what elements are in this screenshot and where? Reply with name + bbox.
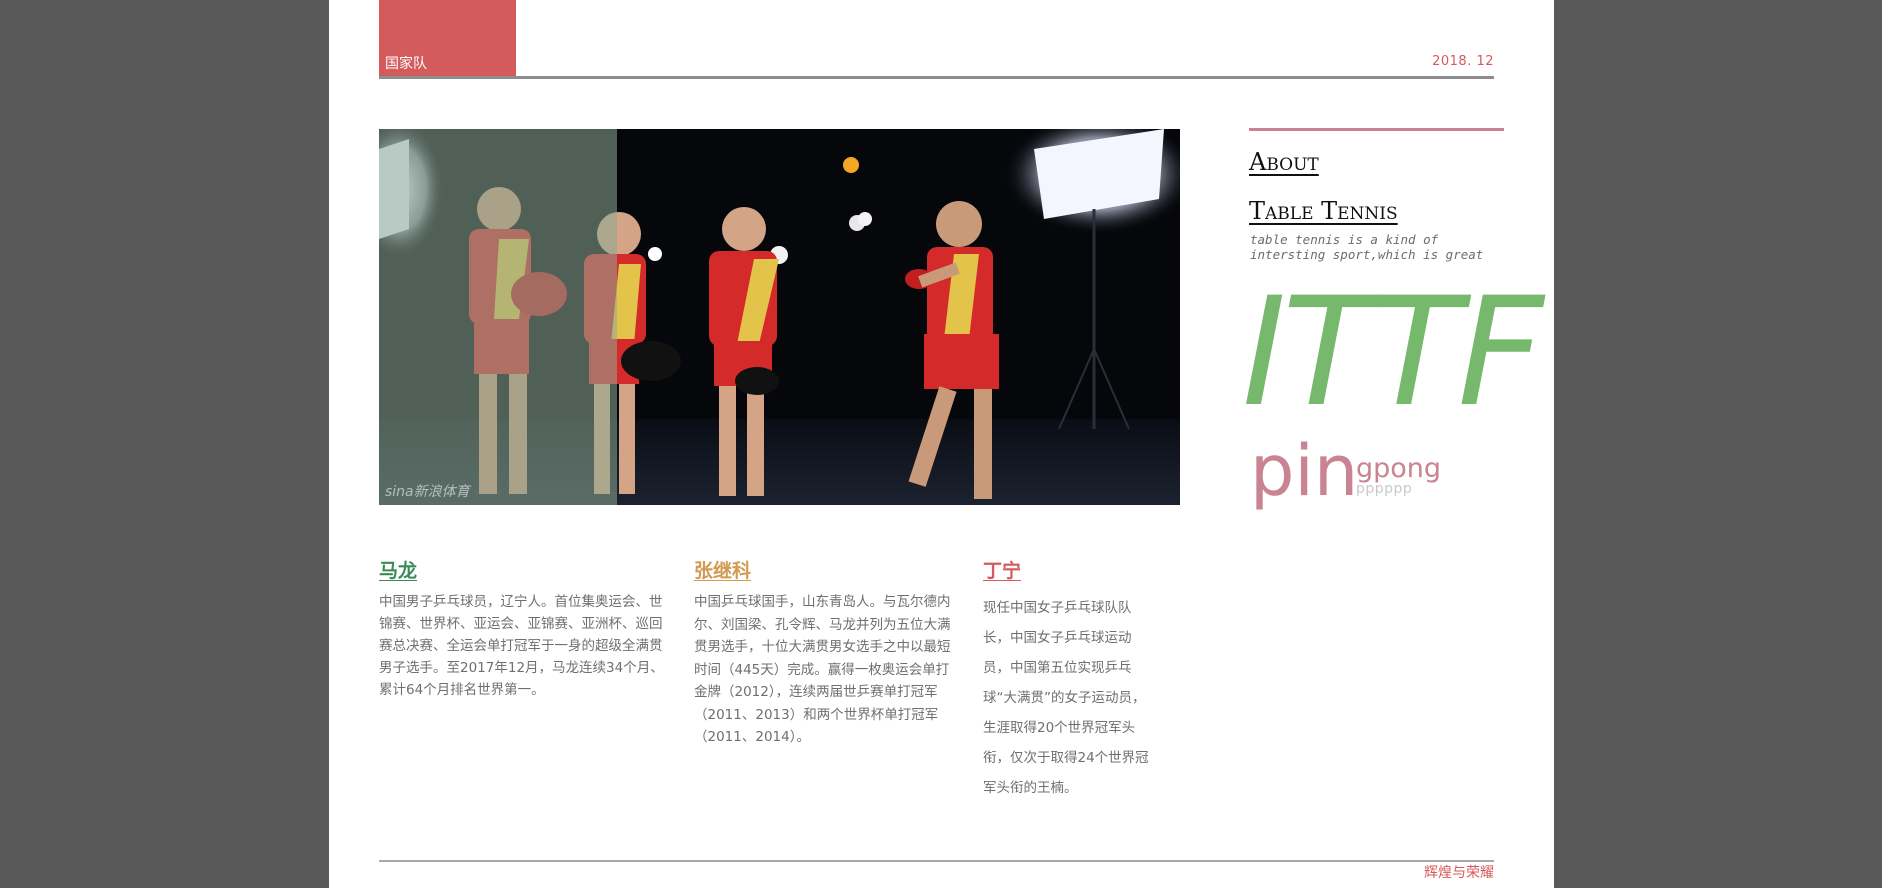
page: 国家队 2018. 12 sina新浪体育 马龙 中国男子乒乓球员，辽宁人。首位… xyxy=(329,0,1554,888)
footer-text: 辉煌与荣耀 xyxy=(1424,865,1494,881)
ittf-logo-text: ITTF xyxy=(1242,266,1544,440)
footer-divider xyxy=(379,860,1494,862)
sidebar-divider xyxy=(1249,128,1504,131)
about-title: About Table Tennis xyxy=(1249,138,1398,236)
profile-zhang-jike: 张继科 中国乒乓球国手，山东青岛人。与瓦尔德内尔、刘国梁、孔令辉、马龙并列为五位… xyxy=(694,556,956,749)
profile-name[interactable]: 马龙 xyxy=(379,556,669,583)
issue-date: 2018. 12 xyxy=(1432,54,1494,69)
hero-photo: sina新浪体育 xyxy=(379,129,1180,505)
section-label: 国家队 xyxy=(385,56,427,72)
photo-watermark: sina新浪体育 xyxy=(385,484,470,500)
profile-ding-ning: 丁宁 现任中国女子乒乓球队队长，中国女子乒乓球运动员，中国第五位实现乒乓球“大满… xyxy=(983,556,1155,803)
hero-tint-overlay xyxy=(379,129,617,505)
header-divider xyxy=(379,76,1494,79)
pingpong-faint-text: pppppp xyxy=(1356,481,1413,497)
profile-ma-long: 马龙 中国男子乒乓球员，辽宁人。首位集奥运会、世锦赛、世界杯、亚运会、亚锦赛、亚… xyxy=(379,556,669,701)
pingpong-big-text: pin xyxy=(1250,430,1359,512)
profile-bio: 现任中国女子乒乓球队队长，中国女子乒乓球运动员，中国第五位实现乒乓球“大满贯”的… xyxy=(983,600,1149,796)
profile-bio: 中国乒乓球国手，山东青岛人。与瓦尔德内尔、刘国梁、孔令辉、马龙并列为五位大满贯男… xyxy=(694,594,951,745)
about-title-line2: Table Tennis xyxy=(1249,197,1398,225)
profile-name[interactable]: 丁宁 xyxy=(983,556,1155,583)
about-description: table tennis is a kind of intersting spo… xyxy=(1250,232,1484,262)
profile-name[interactable]: 张继科 xyxy=(694,556,956,583)
about-title-line1: About xyxy=(1249,148,1319,176)
profile-bio: 中国男子乒乓球员，辽宁人。首位集奥运会、世锦赛、世界杯、亚运会、亚锦赛、亚洲杯、… xyxy=(379,594,664,698)
